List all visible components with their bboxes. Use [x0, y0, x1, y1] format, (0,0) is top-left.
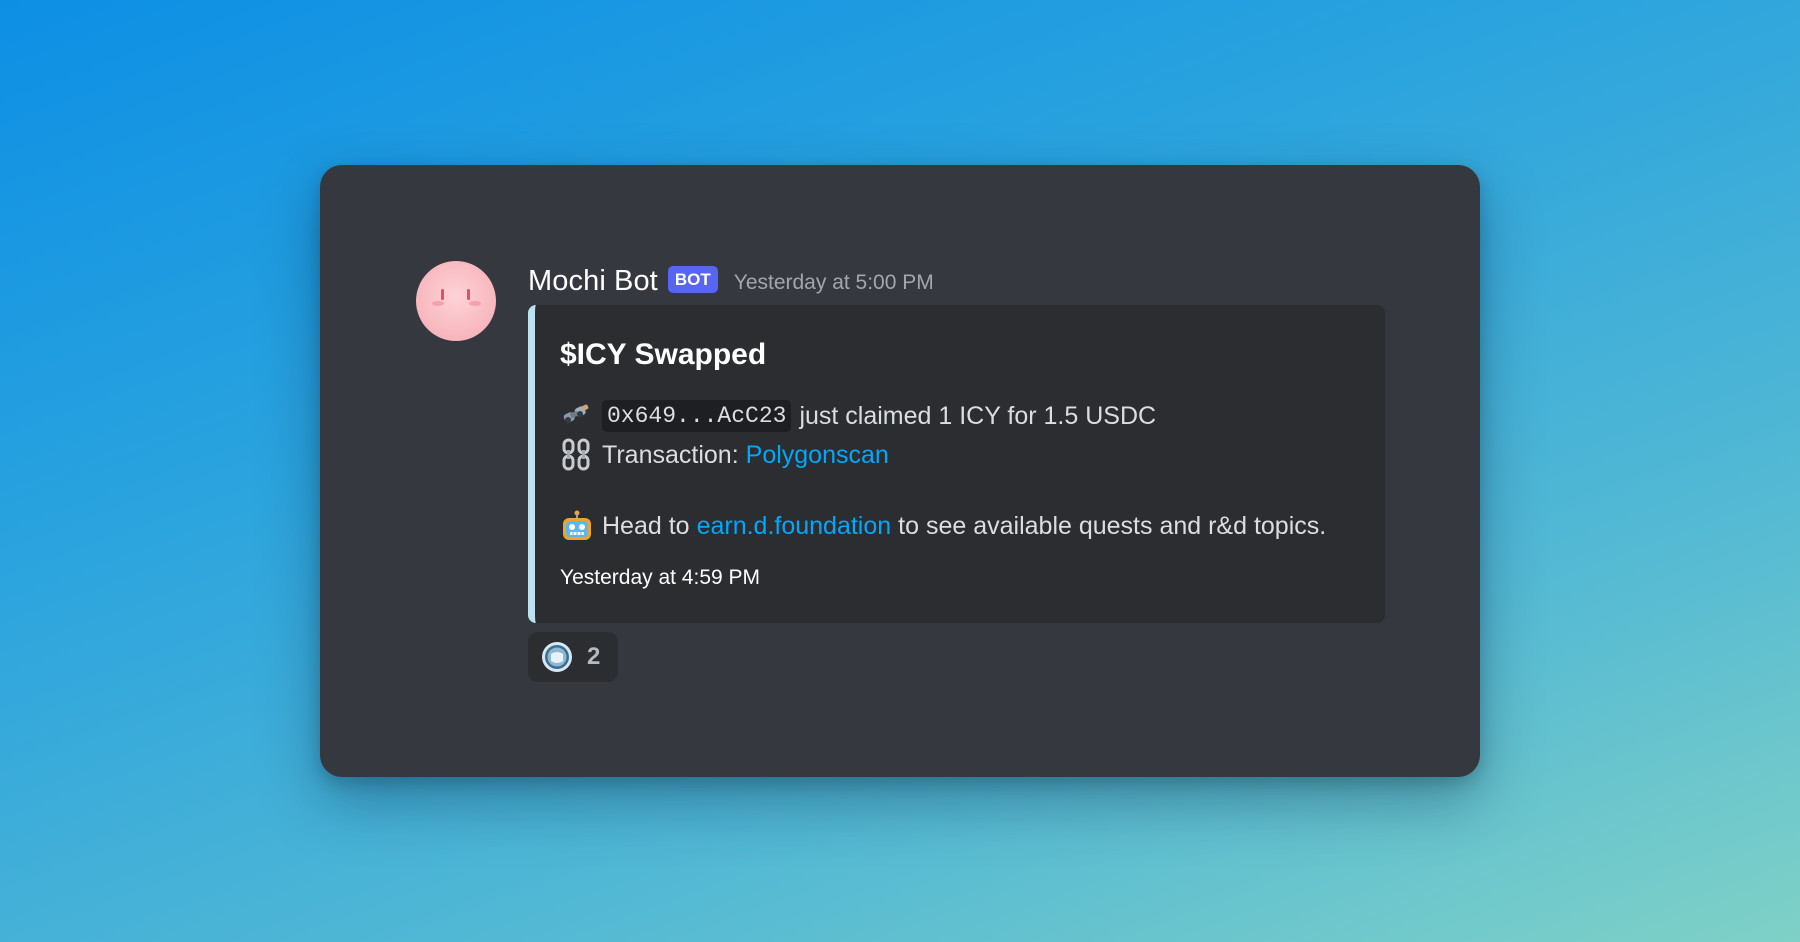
reaction-count: 2 [587, 643, 601, 670]
bot-badge: BOT [667, 265, 718, 293]
message-timestamp[interactable]: Yesterday at 5:00 PM [734, 271, 934, 295]
username[interactable]: Mochi Bot [528, 265, 658, 298]
polygonscan-link[interactable]: Polygonscan [746, 441, 889, 470]
mochi-avatar-icon[interactable] [416, 261, 496, 341]
chain-link-icon [560, 438, 594, 472]
robot-icon [560, 509, 594, 543]
embed: $ICY Swapped 0x649...AcC23 just claimed … [528, 305, 1385, 623]
avatar-eye-right [467, 289, 470, 300]
avatar-eye-left [441, 289, 444, 300]
head-to-text: Head to [602, 511, 690, 540]
earn-foundation-link[interactable]: earn.d.foundation [697, 512, 892, 541]
avatar-blush-left [432, 301, 444, 306]
wallet-address[interactable]: 0x649...AcC23 [602, 400, 792, 432]
embed-line-transaction: Transaction: Polygonscan [560, 438, 889, 472]
transaction-label: Transaction: [602, 440, 739, 469]
quests-text: to see available quests and r&d topics. [898, 511, 1327, 540]
embed-line-quests: Head to earn.d.foundation to see availab… [560, 509, 1326, 543]
avatar-blush-right [469, 301, 481, 306]
claim-text: just claimed 1 ICY for 1.5 USDC [799, 401, 1157, 430]
binoculars-icon [560, 399, 594, 433]
icy-token-icon [541, 641, 573, 673]
message-header: Mochi Bot BOT Yesterday at 5:00 PM [528, 261, 934, 301]
message-card: Mochi Bot BOT Yesterday at 5:00 PM $ICY … [320, 165, 1480, 777]
embed-line-claim: 0x649...AcC23 just claimed 1 ICY for 1.5… [560, 399, 1156, 433]
reaction-button[interactable]: 2 [528, 632, 618, 682]
embed-footer-timestamp: Yesterday at 4:59 PM [560, 566, 761, 589]
embed-title: $ICY Swapped [560, 338, 767, 371]
